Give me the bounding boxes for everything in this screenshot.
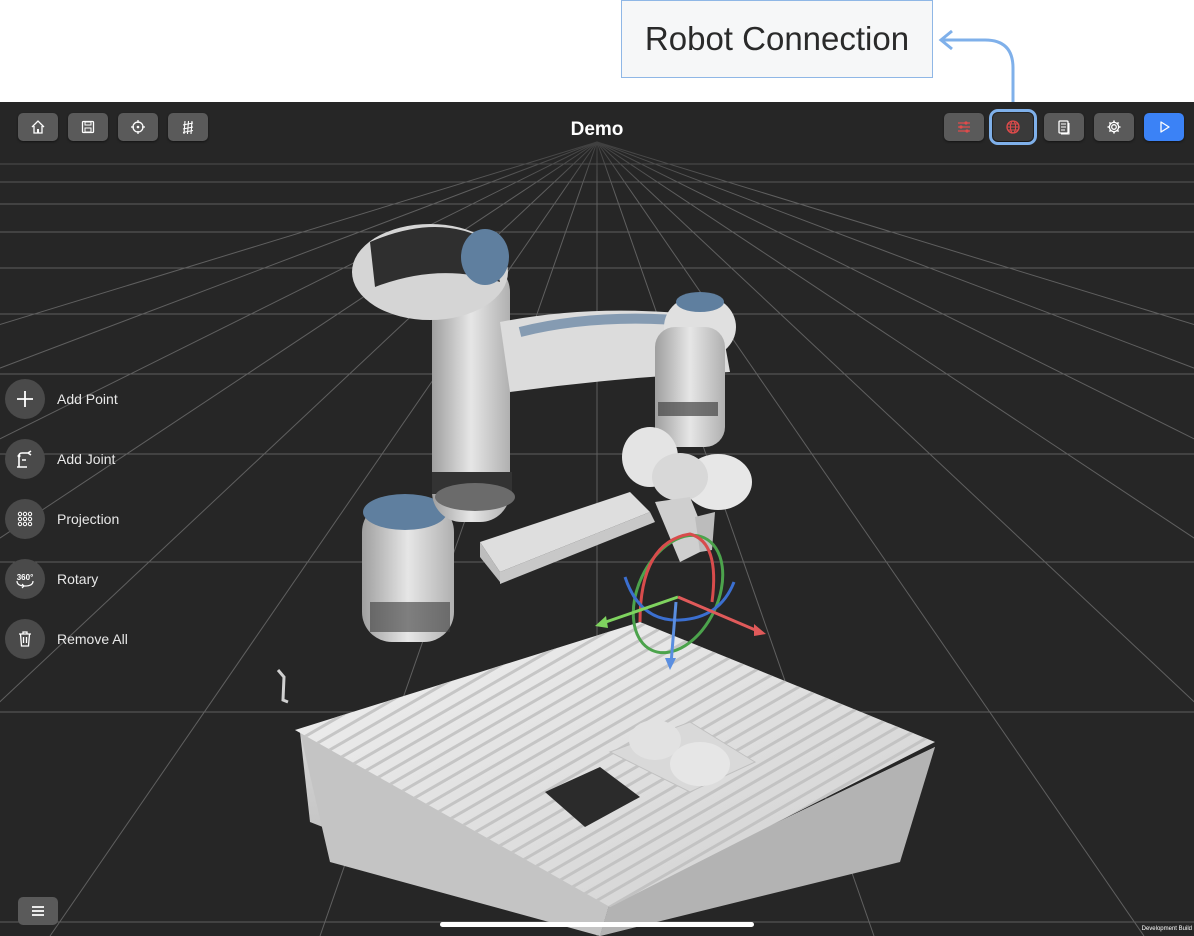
document-button[interactable] bbox=[1044, 113, 1084, 141]
gear-icon bbox=[1107, 120, 1121, 134]
projection-button[interactable]: Projection bbox=[5, 499, 119, 539]
build-label: Development Build bbox=[1141, 926, 1192, 932]
grid-button[interactable] bbox=[168, 113, 208, 141]
add-point-button[interactable]: Add Point bbox=[5, 379, 118, 419]
app-viewport: Demo Add Point Add Joint Projection 360°… bbox=[0, 102, 1194, 936]
menu-button[interactable] bbox=[18, 897, 58, 925]
remove-all-label: Remove All bbox=[57, 631, 128, 647]
projection-label: Projection bbox=[57, 511, 120, 527]
callout-label: Robot Connection bbox=[644, 20, 910, 57]
home-button[interactable] bbox=[18, 113, 58, 141]
home-icon bbox=[31, 120, 45, 134]
settings-button[interactable] bbox=[1094, 113, 1134, 141]
rotate-360-icon: 360° bbox=[16, 573, 34, 589]
trash-icon bbox=[19, 631, 31, 647]
add-joint-label: Add Joint bbox=[57, 451, 116, 467]
save-icon bbox=[81, 120, 95, 134]
sliders-button[interactable] bbox=[944, 113, 984, 141]
add-joint-button[interactable]: Add Joint bbox=[5, 439, 115, 479]
play-icon bbox=[1160, 121, 1170, 133]
grid-icon bbox=[182, 120, 194, 135]
crosshair-icon bbox=[131, 120, 145, 134]
plus-icon bbox=[17, 391, 33, 407]
dots-grid-icon bbox=[17, 511, 33, 527]
robot-arm-model bbox=[276, 224, 752, 704]
add-point-label: Add Point bbox=[57, 391, 118, 407]
svg-text:360°: 360° bbox=[17, 573, 34, 582]
robot-connection-callout: Robot Connection bbox=[621, 0, 933, 78]
remove-all-button[interactable]: Remove All bbox=[5, 619, 128, 659]
play-button[interactable] bbox=[1144, 113, 1184, 141]
hamburger-menu-icon bbox=[32, 906, 44, 916]
home-indicator[interactable] bbox=[440, 922, 754, 927]
robot-arm-icon bbox=[17, 450, 32, 468]
document-icon bbox=[1058, 120, 1070, 135]
globe-icon bbox=[1006, 120, 1020, 134]
rotary-label: Rotary bbox=[57, 571, 99, 587]
rotary-button[interactable]: 360° Rotary bbox=[5, 559, 98, 599]
robot-connection-button[interactable] bbox=[989, 109, 1037, 145]
target-button[interactable] bbox=[118, 113, 158, 141]
sliders-icon bbox=[958, 121, 970, 133]
save-button[interactable] bbox=[68, 113, 108, 141]
scene-3d-view[interactable] bbox=[0, 102, 1194, 936]
